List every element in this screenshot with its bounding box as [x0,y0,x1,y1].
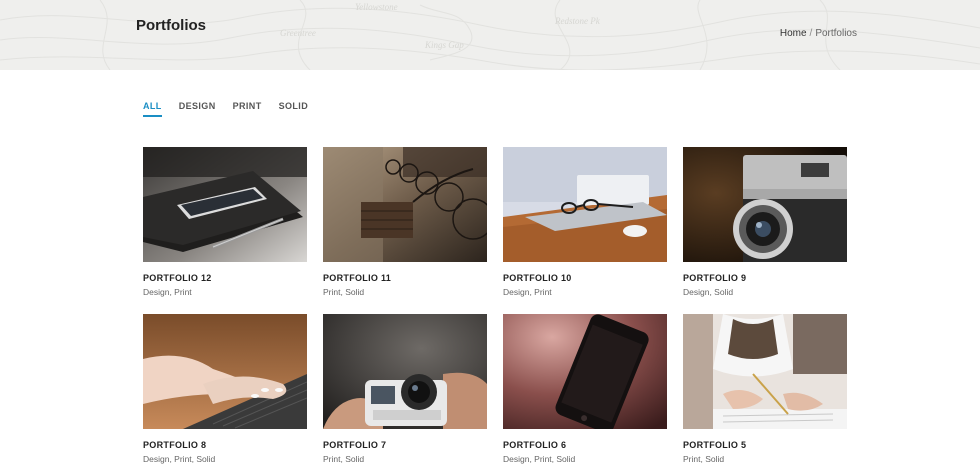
portfolio-card: PORTFOLIO 5 Print, Solid [683,314,847,464]
portfolio-card: PORTFOLIO 6 Design, Print, Solid [503,314,667,464]
portfolio-thumbnail-hands-typing[interactable] [143,314,307,429]
portfolio-categories: Design, Print [143,287,192,297]
portfolio-title[interactable]: PORTFOLIO 10 [503,273,667,283]
portfolio-categories: Print, Solid [323,287,365,297]
breadcrumb: Home / Portfolios [780,28,857,39]
breadcrumb-home-link[interactable]: Home [780,28,807,39]
filter-print[interactable]: PRINT [233,101,262,117]
portfolio-categories: Design, Print [503,287,552,297]
page-header: Yellowstone Redstone Pk Greentree Kings … [0,0,980,70]
portfolio-card: PORTFOLIO 12 Design, Print [143,147,307,297]
portfolio-page: Yellowstone Redstone Pk Greentree Kings … [0,0,980,471]
breadcrumb-current: Portfolios [815,28,857,39]
portfolio-title[interactable]: PORTFOLIO 11 [323,273,487,283]
map-label: Kings Gap [424,40,464,50]
portfolio-thumbnail-action-camera[interactable] [323,314,487,429]
portfolio-thumbnail-glasses-on-laptop[interactable] [503,147,667,262]
portfolio-title[interactable]: PORTFOLIO 9 [683,273,847,283]
portfolio-filter-tabs: ALL DESIGN PRINT SOLID [143,101,325,117]
portfolio-card: PORTFOLIO 7 Print, Solid [323,314,487,464]
portfolio-thumbnail-bicycles-on-street[interactable] [323,147,487,262]
map-label: Redstone Pk [554,16,601,26]
map-label: Greentree [280,28,316,38]
portfolio-title[interactable]: PORTFOLIO 8 [143,440,307,450]
portfolio-card: PORTFOLIO 9 Design, Solid [683,147,847,297]
portfolio-categories: Print, Solid [683,454,725,464]
portfolio-categories: Design, Print, Solid [503,454,576,464]
portfolio-title[interactable]: PORTFOLIO 7 [323,440,487,450]
portfolio-thumbnail-person-writing[interactable] [683,314,847,429]
portfolio-title[interactable]: PORTFOLIO 5 [683,440,847,450]
portfolio-thumbnail-smartphone-dark[interactable] [503,314,667,429]
breadcrumb-separator: / [809,28,813,39]
portfolio-categories: Design, Solid [683,287,734,297]
portfolio-categories: Design, Print, Solid [143,454,216,464]
portfolio-title[interactable]: PORTFOLIO 12 [143,273,307,283]
portfolio-card: PORTFOLIO 10 Design, Print [503,147,667,297]
portfolio-card: PORTFOLIO 8 Design, Print, Solid [143,314,307,464]
map-label: Yellowstone [355,2,398,12]
filter-all[interactable]: ALL [143,101,162,117]
filter-design[interactable]: DESIGN [179,101,216,117]
portfolio-thumbnail-vintage-camera[interactable] [683,147,847,262]
portfolio-thumbnail-phone-on-notebook[interactable] [143,147,307,262]
portfolio-card: PORTFOLIO 11 Print, Solid [323,147,487,297]
filter-solid[interactable]: SOLID [279,101,309,117]
portfolio-title[interactable]: PORTFOLIO 6 [503,440,667,450]
page-title: Portfolios [136,17,206,34]
portfolio-categories: Print, Solid [323,454,365,464]
